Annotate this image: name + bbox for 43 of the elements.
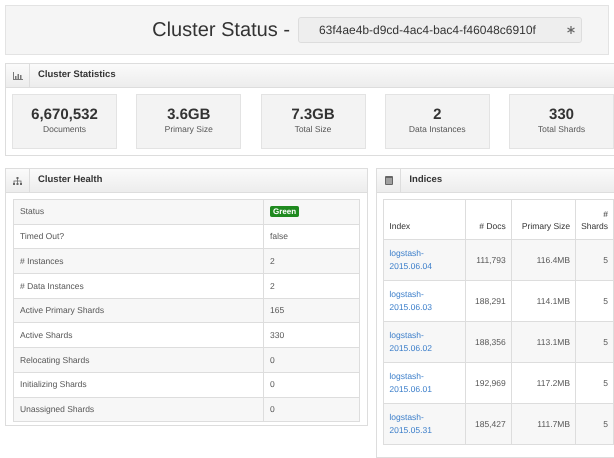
table-cell: 2: [264, 274, 360, 298]
panel-title: Cluster Health: [37, 173, 102, 188]
stat-label: Total Size: [294, 123, 332, 136]
asterisk-icon: [567, 26, 575, 34]
table-cell: 5: [576, 404, 614, 444]
stat-label: Total Shards: [538, 123, 586, 136]
stat-value: 7.3GB: [291, 106, 335, 124]
table-cell: 165: [264, 298, 360, 323]
table-cell: Relocating Shards: [14, 348, 264, 372]
status-badge: Green: [270, 206, 300, 218]
table-cell: Initializing Shards: [14, 372, 264, 397]
bar-chart-icon: [12, 72, 22, 80]
stat-label: Documents: [43, 123, 86, 136]
stat-value: 3.6GB: [167, 106, 210, 124]
table-cell: 5: [576, 322, 614, 362]
table-cell: 188,356: [466, 322, 512, 362]
table-cell: Unassigned Shards: [14, 397, 264, 422]
table-cell: 2: [264, 248, 360, 274]
sitemap-icon: [13, 176, 22, 184]
table-cell: 5: [576, 240, 614, 280]
table-cell: # Data Instances: [14, 274, 264, 298]
table-cell: 185,427: [466, 404, 512, 444]
stat-value: 6,670,532: [31, 106, 98, 124]
cluster-id-field[interactable]: 63f4ae4b-d9cd-4ac4-bac4-f46048c6910f: [298, 17, 582, 43]
table-cell: 0: [264, 372, 360, 397]
page-title: Cluster Status -: [152, 18, 290, 43]
stat-value: 330: [548, 106, 574, 124]
panel-title: Cluster Statistics: [37, 68, 116, 82]
table-cell: 0: [264, 348, 360, 372]
panel-title: Indices: [408, 173, 442, 188]
stat-value: 2: [433, 106, 442, 124]
table-cell: 0: [264, 397, 360, 422]
table-cell: 111.7MB: [511, 404, 576, 444]
table-cell: 111,793: [466, 240, 512, 280]
table-cell: 116.4MB: [511, 240, 576, 280]
table-cell: 113.1MB: [511, 322, 576, 362]
stat-label: Data Instances: [408, 123, 466, 136]
stat-label: Primary Size: [164, 123, 213, 136]
column-header: Index: [384, 200, 466, 240]
table-cell: # Instances: [14, 248, 264, 274]
table-cell: Active Primary Shards: [14, 298, 264, 323]
list-icon: [384, 176, 393, 185]
table-cell: Status: [14, 200, 264, 224]
